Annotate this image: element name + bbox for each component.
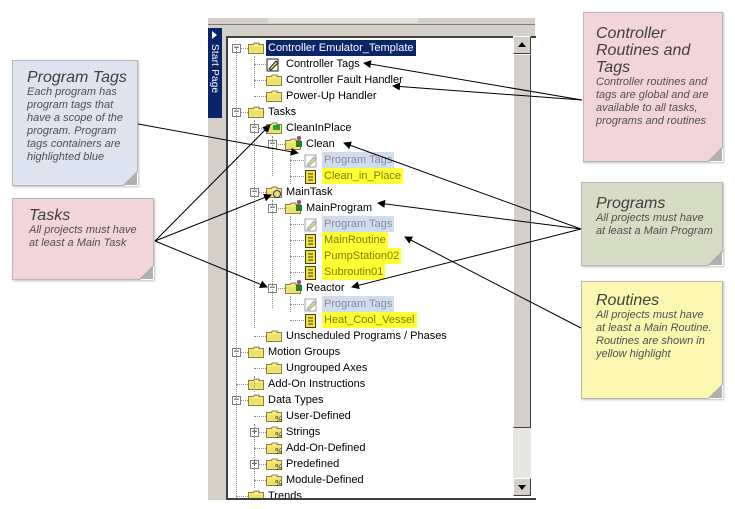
callout-arrows [137, 60, 583, 329]
arrow-programs-to-mainprogram [377, 199, 582, 230]
arrow-program-tags-to-clean-tags [137, 123, 299, 156]
arrow-controller-to-power-up [392, 82, 583, 101]
arrow-programs-to-reactor [351, 228, 582, 290]
arrow-controller-to-controller-tags [363, 60, 583, 101]
arrow-tasks-to-cleaninplace [154, 124, 271, 242]
arrow-routines-to-mainroutine [404, 236, 582, 329]
arrow-tasks-to-maintask [154, 193, 272, 242]
arrow-tasks-to-reactor [154, 240, 268, 289]
arrow-programs-to-clean [343, 141, 582, 230]
